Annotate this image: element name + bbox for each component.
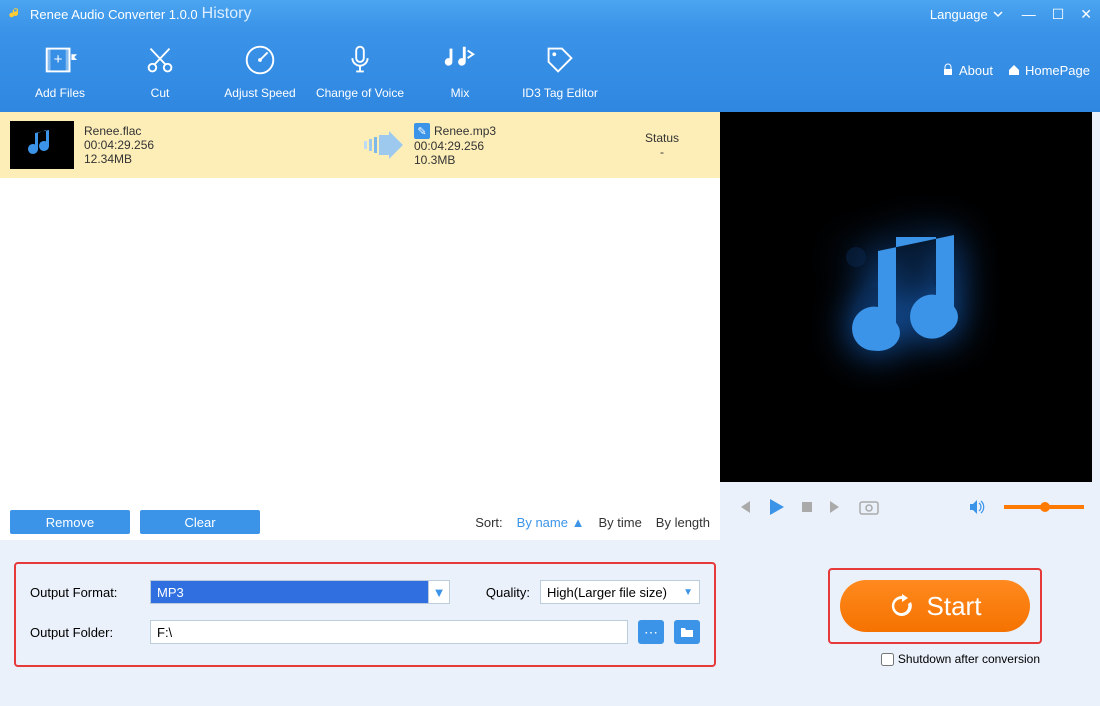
- remove-button[interactable]: Remove: [10, 510, 130, 534]
- home-icon: [1007, 63, 1021, 77]
- main-area: Renee.flac 00:04:29.256 12.34MB ✎ Renee.…: [0, 112, 1100, 540]
- dest-size: 10.3MB: [414, 153, 604, 167]
- maximize-button[interactable]: ☐: [1052, 6, 1065, 23]
- sort-by-time[interactable]: By time: [598, 515, 641, 530]
- app-logo-icon: [8, 6, 24, 22]
- browse-button[interactable]: ⋯: [638, 620, 664, 644]
- file-pane: Renee.flac 00:04:29.256 12.34MB ✎ Renee.…: [0, 112, 720, 540]
- sort-by-name[interactable]: By name ▲: [517, 515, 585, 530]
- quality-label: Quality:: [486, 585, 530, 600]
- prev-button[interactable]: [736, 499, 752, 515]
- tag-icon: [541, 41, 579, 79]
- dest-duration: 00:04:29.256: [414, 139, 604, 153]
- chevron-down-icon: ▼: [428, 580, 450, 604]
- about-link[interactable]: About: [941, 63, 993, 78]
- shutdown-checkbox[interactable]: Shutdown after conversion: [881, 652, 1040, 666]
- source-size: 12.34MB: [84, 152, 354, 166]
- chevron-down-icon: ▼: [683, 587, 693, 598]
- history-link[interactable]: History: [202, 5, 252, 23]
- status-value: -: [604, 145, 720, 159]
- dest-info: ✎ Renee.mp3 00:04:29.256 10.3MB: [414, 123, 604, 167]
- preview-screen: [720, 112, 1092, 482]
- language-dropdown[interactable]: Language: [930, 7, 1004, 22]
- mix-button[interactable]: Mix: [410, 40, 510, 100]
- snapshot-button[interactable]: [858, 498, 880, 516]
- lock-icon: [941, 63, 955, 77]
- close-button[interactable]: ✕: [1080, 6, 1092, 23]
- sort-by-length[interactable]: By length: [656, 515, 710, 530]
- file-row[interactable]: Renee.flac 00:04:29.256 12.34MB ✎ Renee.…: [0, 112, 720, 178]
- language-label: Language: [930, 7, 988, 22]
- source-info: Renee.flac 00:04:29.256 12.34MB: [84, 124, 354, 166]
- microphone-icon: [341, 41, 379, 79]
- music-note-icon: [806, 197, 1006, 397]
- output-folder-input[interactable]: [150, 620, 628, 644]
- volume-icon[interactable]: [968, 499, 986, 515]
- list-bottom-bar: Remove Clear Sort: By name ▲ By time By …: [0, 504, 720, 540]
- preview-pane: [720, 112, 1100, 540]
- volume-slider[interactable]: [1004, 505, 1084, 509]
- film-add-icon: +: [41, 41, 79, 79]
- id3-tag-editor-button[interactable]: ID3 Tag Editor: [510, 40, 610, 100]
- minimize-button[interactable]: —: [1022, 6, 1036, 23]
- chevron-down-icon: [992, 8, 1004, 20]
- sort-label: Sort:: [475, 515, 502, 530]
- add-files-button[interactable]: + Add Files: [10, 40, 110, 100]
- shutdown-checkbox-input[interactable]: [881, 653, 894, 666]
- start-button[interactable]: Start: [840, 580, 1030, 632]
- folder-icon: [680, 626, 694, 638]
- titlebar: Renee Audio Converter 1.0.0 History Lang…: [0, 0, 1100, 28]
- cut-button[interactable]: Cut: [110, 40, 210, 100]
- output-settings: Output Format: MP3 ▼ Quality: High(Large…: [14, 562, 716, 667]
- shutdown-label: Shutdown after conversion: [898, 652, 1040, 666]
- stop-button[interactable]: [800, 500, 814, 514]
- output-folder-label: Output Folder:: [30, 625, 140, 640]
- status-column: Status -: [604, 131, 720, 159]
- toolbar-label: Adjust Speed: [224, 86, 295, 100]
- next-button[interactable]: [828, 499, 844, 515]
- start-box: Start: [828, 568, 1042, 644]
- clear-button[interactable]: Clear: [140, 510, 260, 534]
- toolbar-label: Add Files: [35, 86, 85, 100]
- edit-icon[interactable]: ✎: [414, 123, 430, 139]
- output-format-dropdown[interactable]: MP3 ▼: [150, 580, 450, 604]
- svg-text:+: +: [54, 51, 63, 68]
- app-title: Renee Audio Converter 1.0.0: [30, 7, 198, 22]
- toolbar-label: Mix: [451, 86, 470, 100]
- toolbar-label: Cut: [151, 86, 170, 100]
- music-note-icon: [22, 127, 62, 163]
- file-list: Renee.flac 00:04:29.256 12.34MB ✎ Renee.…: [0, 112, 720, 504]
- mix-icon: [441, 41, 479, 79]
- toolbar-label: Change of Voice: [316, 86, 404, 100]
- output-format-label: Output Format:: [30, 585, 140, 600]
- file-thumbnail: [10, 121, 74, 169]
- speedometer-icon: [241, 41, 279, 79]
- adjust-speed-button[interactable]: Adjust Speed: [210, 40, 310, 100]
- scissors-icon: [141, 41, 179, 79]
- arrow-icon: [354, 131, 414, 159]
- play-button[interactable]: [766, 497, 786, 517]
- bottom-panel: Output Format: MP3 ▼ Quality: High(Large…: [0, 540, 1100, 706]
- toolbar: + Add Files Cut Adjust Speed Change of V…: [0, 28, 1100, 112]
- homepage-link[interactable]: HomePage: [1007, 63, 1090, 78]
- preview-controls: [720, 482, 1100, 532]
- toolbar-label: ID3 Tag Editor: [522, 86, 598, 100]
- quality-dropdown[interactable]: High(Larger file size) ▼: [540, 580, 700, 604]
- status-header: Status: [604, 131, 720, 145]
- refresh-icon: [889, 593, 915, 619]
- open-folder-button[interactable]: [674, 620, 700, 644]
- change-voice-button[interactable]: Change of Voice: [310, 40, 410, 100]
- source-duration: 00:04:29.256: [84, 138, 354, 152]
- source-name: Renee.flac: [84, 124, 354, 138]
- dest-name: Renee.mp3: [434, 124, 496, 138]
